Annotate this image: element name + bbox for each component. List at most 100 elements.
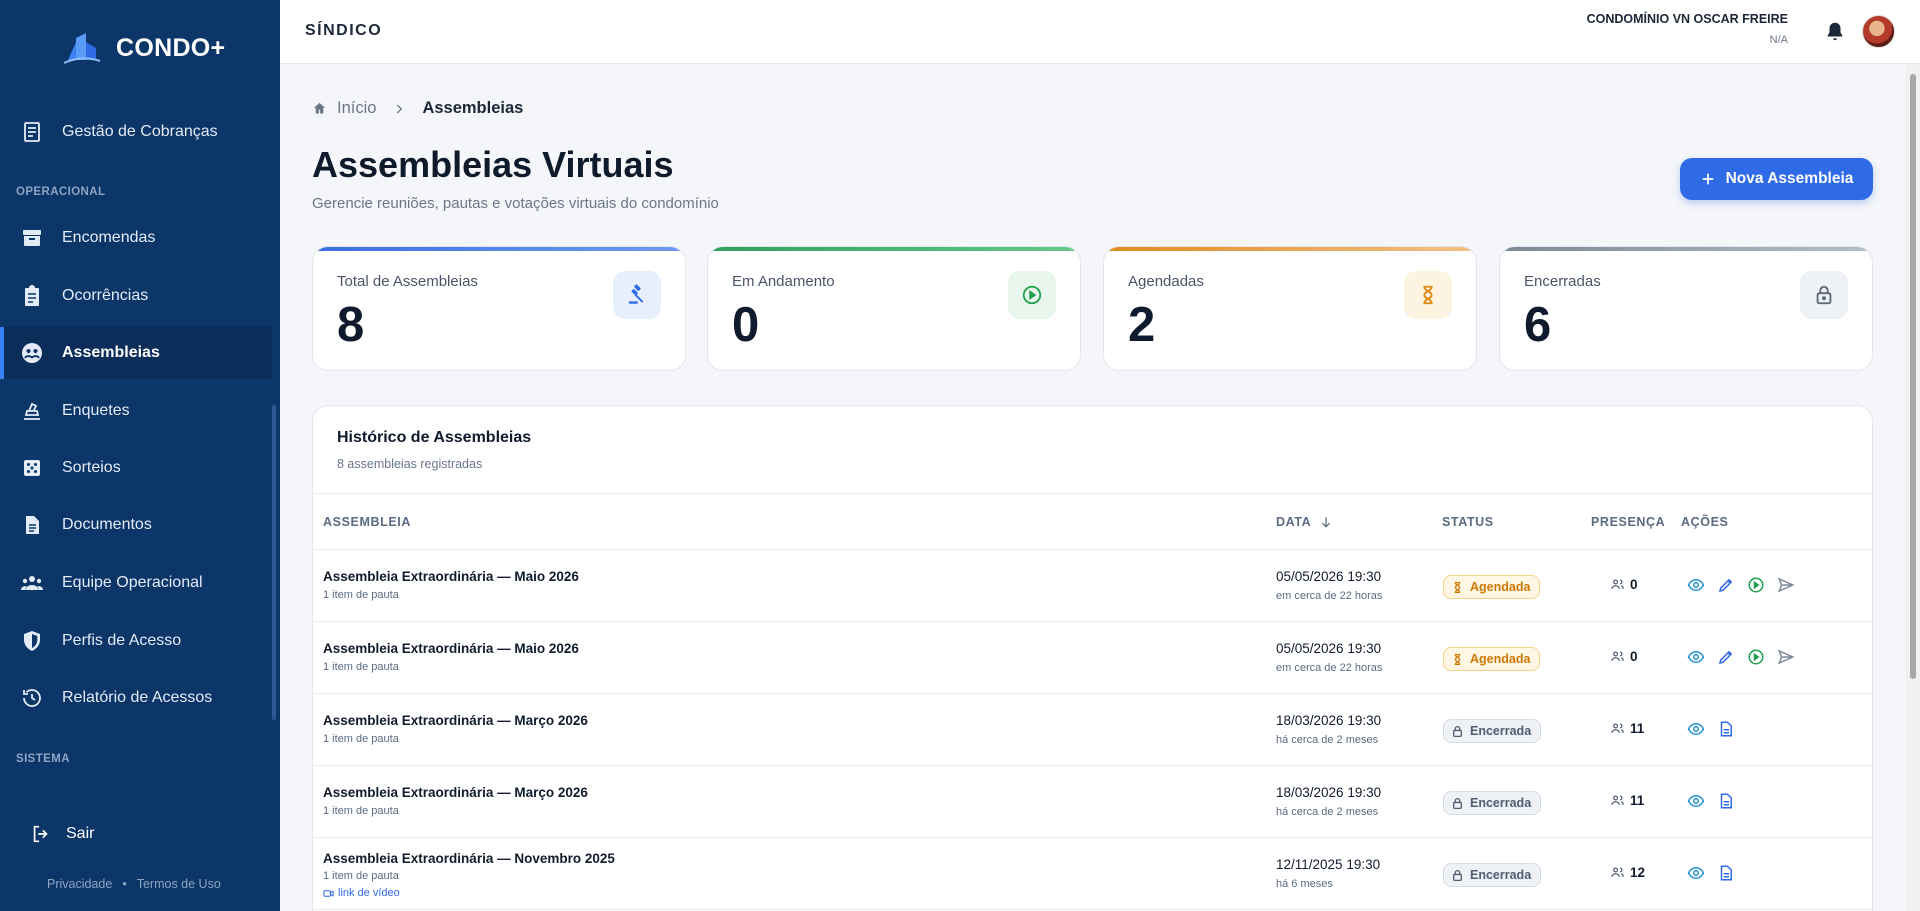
presence-value: 12 xyxy=(1630,865,1646,880)
main-content: Início Assembleias Assembleias Virtuais … xyxy=(280,64,1906,911)
history-title: Histórico de Assembleias xyxy=(337,429,532,446)
sidebar-item-label: Equipe Operacional xyxy=(62,574,203,591)
assembly-date: 05/05/2026 19:30 xyxy=(1276,641,1382,656)
video-link-label: link de vídeo xyxy=(338,887,400,899)
sidebar-scrollbar[interactable] xyxy=(272,405,276,720)
presence-value: 11 xyxy=(1630,721,1645,736)
avatar[interactable] xyxy=(1862,15,1895,48)
terms-link[interactable]: Termos de Uso xyxy=(137,877,221,891)
presence-count: 0 xyxy=(1610,577,1638,592)
sidebar-item-label: Ocorrências xyxy=(62,287,149,304)
play-circle-icon[interactable] xyxy=(1747,576,1765,594)
sidebar-item-label: Perfis de Acesso xyxy=(62,632,182,649)
eye-icon[interactable] xyxy=(1687,576,1705,594)
document-icon xyxy=(26,516,39,534)
eye-icon[interactable] xyxy=(1687,720,1705,738)
table-row[interactable]: Assembleia Extraordinária — Novembro 202… xyxy=(313,838,1872,910)
presence-value: 11 xyxy=(1630,793,1645,808)
assembly-date: 12/11/2025 19:30 xyxy=(1276,857,1381,872)
table-row[interactable]: Assembleia Extraordinária — Março 2026 1… xyxy=(313,694,1872,766)
sidebar-item-ocorrencias[interactable]: Ocorrências xyxy=(0,270,272,322)
breadcrumb-home[interactable]: Início xyxy=(337,99,376,118)
presence-count: 0 xyxy=(1610,649,1638,664)
edit-icon[interactable] xyxy=(1717,576,1735,594)
sidebar-item-cobrancas[interactable]: Gestão de Cobranças xyxy=(0,106,272,158)
assembly-history: Histórico de Assembleias 8 assembleias r… xyxy=(312,405,1873,911)
sidebar-item-label: Assembleias xyxy=(62,344,160,361)
sidebar-item-label: Documentos xyxy=(62,516,152,533)
page-scrollbar[interactable] xyxy=(1906,64,1920,911)
document-icon[interactable] xyxy=(1717,864,1735,882)
sidebar-item-equipe[interactable]: Equipe Operacional xyxy=(0,557,272,609)
edit-icon[interactable] xyxy=(1717,648,1735,666)
status-label: Encerrada xyxy=(1470,868,1532,882)
status-label: Agendada xyxy=(1470,652,1531,666)
app-logo[interactable]: CONDO+ xyxy=(62,30,225,66)
hourglass-icon xyxy=(1454,653,1461,665)
status-badge: Agendada xyxy=(1443,575,1541,599)
footer-separator: • xyxy=(122,877,127,891)
user-role: SÍNDICO xyxy=(305,22,383,39)
column-date[interactable]: DATA xyxy=(1276,515,1333,529)
sidebar-item-label: Enquetes xyxy=(62,402,130,419)
condo-name: CONDOMÍNIO VN OSCAR FREIRE xyxy=(1586,12,1788,26)
bell-icon[interactable] xyxy=(1824,20,1846,42)
presence-count: 12 xyxy=(1610,865,1645,880)
condo-selector[interactable]: CONDOMÍNIO VN OSCAR FREIRE N/A xyxy=(1587,12,1788,46)
sidebar-item-assembleias[interactable]: Assembleias xyxy=(0,327,272,379)
table-row[interactable]: Assembleia Extraordinária — Março 2026 1… xyxy=(313,766,1872,838)
sidebar-item-relatorio[interactable]: Relatório de Acessos xyxy=(0,672,272,724)
play-circle-icon[interactable] xyxy=(1747,648,1765,666)
assembly-date: 18/03/2026 19:30 xyxy=(1276,785,1382,800)
assembly-items: 1 item de pauta xyxy=(323,733,399,745)
video-link[interactable]: link de vídeo xyxy=(323,887,400,899)
column-actions: AÇÕES xyxy=(1681,515,1729,529)
document-icon[interactable] xyxy=(1717,792,1735,810)
status-badge: Encerrada xyxy=(1443,863,1542,887)
row-actions xyxy=(1687,648,1795,666)
send-icon[interactable] xyxy=(1777,648,1795,666)
stat-card-closed: Encerradas 6 xyxy=(1499,246,1873,371)
stat-accent-bar xyxy=(708,247,1080,251)
hourglass-icon xyxy=(1454,581,1461,593)
sidebar-item-sorteios[interactable]: Sorteios xyxy=(0,442,272,494)
sidebar: CONDO+ Gestão de Cobranças OPERACIONAL E… xyxy=(0,0,280,911)
stat-icon-box xyxy=(1404,271,1452,319)
scrollbar-thumb[interactable] xyxy=(1910,74,1916,679)
assembly-title: Assembleia Extraordinária — Maio 2026 xyxy=(323,569,579,584)
eye-icon[interactable] xyxy=(1687,792,1705,810)
assembly-items: 1 item de pauta xyxy=(323,661,399,673)
assembly-date: 05/05/2026 19:30 xyxy=(1276,569,1382,584)
presence-value: 0 xyxy=(1630,577,1638,592)
stat-icon-box xyxy=(1008,271,1056,319)
stat-label: Agendadas xyxy=(1128,273,1204,290)
document-icon[interactable] xyxy=(1717,720,1735,738)
privacy-link[interactable]: Privacidade xyxy=(47,877,112,891)
status-label: Encerrada xyxy=(1470,796,1532,810)
users-icon xyxy=(1611,795,1624,805)
eye-icon[interactable] xyxy=(1687,864,1705,882)
sidebar-item-perfis[interactable]: Perfis de Acesso xyxy=(0,615,272,667)
presence-count: 11 xyxy=(1610,721,1644,736)
lock-icon xyxy=(1453,725,1462,737)
send-icon[interactable] xyxy=(1777,576,1795,594)
logo-icon xyxy=(63,33,101,64)
new-assembly-button[interactable]: Nova Assembleia xyxy=(1680,158,1873,200)
sidebar-item-enquetes[interactable]: Enquetes xyxy=(0,385,272,437)
gavel-icon xyxy=(628,284,644,304)
stat-icon-box xyxy=(613,271,661,319)
table-row[interactable]: Assembleia Extraordinária — Maio 2026 1 … xyxy=(313,622,1872,694)
breadcrumb-current: Assembleias xyxy=(422,99,524,117)
top-bar: SÍNDICO CONDOMÍNIO VN OSCAR FREIRE N/A xyxy=(280,0,1920,64)
eye-icon[interactable] xyxy=(1687,648,1705,666)
users-icon xyxy=(1611,651,1624,661)
presence-count: 11 xyxy=(1610,793,1644,808)
sidebar-item-encomendas[interactable]: Encomendas xyxy=(0,212,272,264)
sidebar-item-label: Sorteios xyxy=(62,459,121,476)
assembly-title: Assembleia Extraordinária — Novembro 202… xyxy=(323,851,615,866)
stat-value: 2 xyxy=(1128,298,1156,352)
table-row[interactable]: Assembleia Extraordinária — Maio 2026 1 … xyxy=(313,550,1872,622)
logout-button[interactable]: Sair xyxy=(30,823,94,845)
sidebar-item-documentos[interactable]: Documentos xyxy=(0,499,272,551)
stat-value: 6 xyxy=(1524,298,1552,352)
